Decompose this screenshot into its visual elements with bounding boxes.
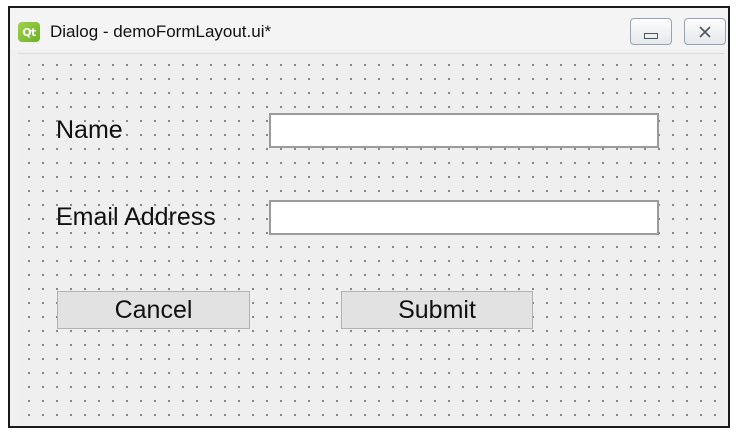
close-button[interactable] xyxy=(684,18,726,45)
minimize-icon xyxy=(644,32,658,39)
email-label: Email Address xyxy=(56,203,216,231)
app-icon-text: Qt xyxy=(22,25,36,39)
email-field[interactable] xyxy=(269,200,659,235)
name-field[interactable] xyxy=(269,113,659,148)
name-label: Name xyxy=(56,116,123,144)
window-title: Dialog - demoFormLayout.ui* xyxy=(50,22,272,41)
minimize-button[interactable] xyxy=(630,18,672,45)
form-canvas: Name Email Address Cancel Submit xyxy=(18,53,724,425)
title-bar[interactable]: Qt Dialog - demoFormLayout.ui* xyxy=(10,8,728,50)
cancel-button[interactable]: Cancel xyxy=(57,291,250,329)
qt-app-icon: Qt xyxy=(18,22,40,42)
submit-button[interactable]: Submit xyxy=(341,291,533,329)
close-icon xyxy=(699,25,711,38)
dialog-window: Qt Dialog - demoFormLayout.ui* Name Emai… xyxy=(8,6,730,428)
